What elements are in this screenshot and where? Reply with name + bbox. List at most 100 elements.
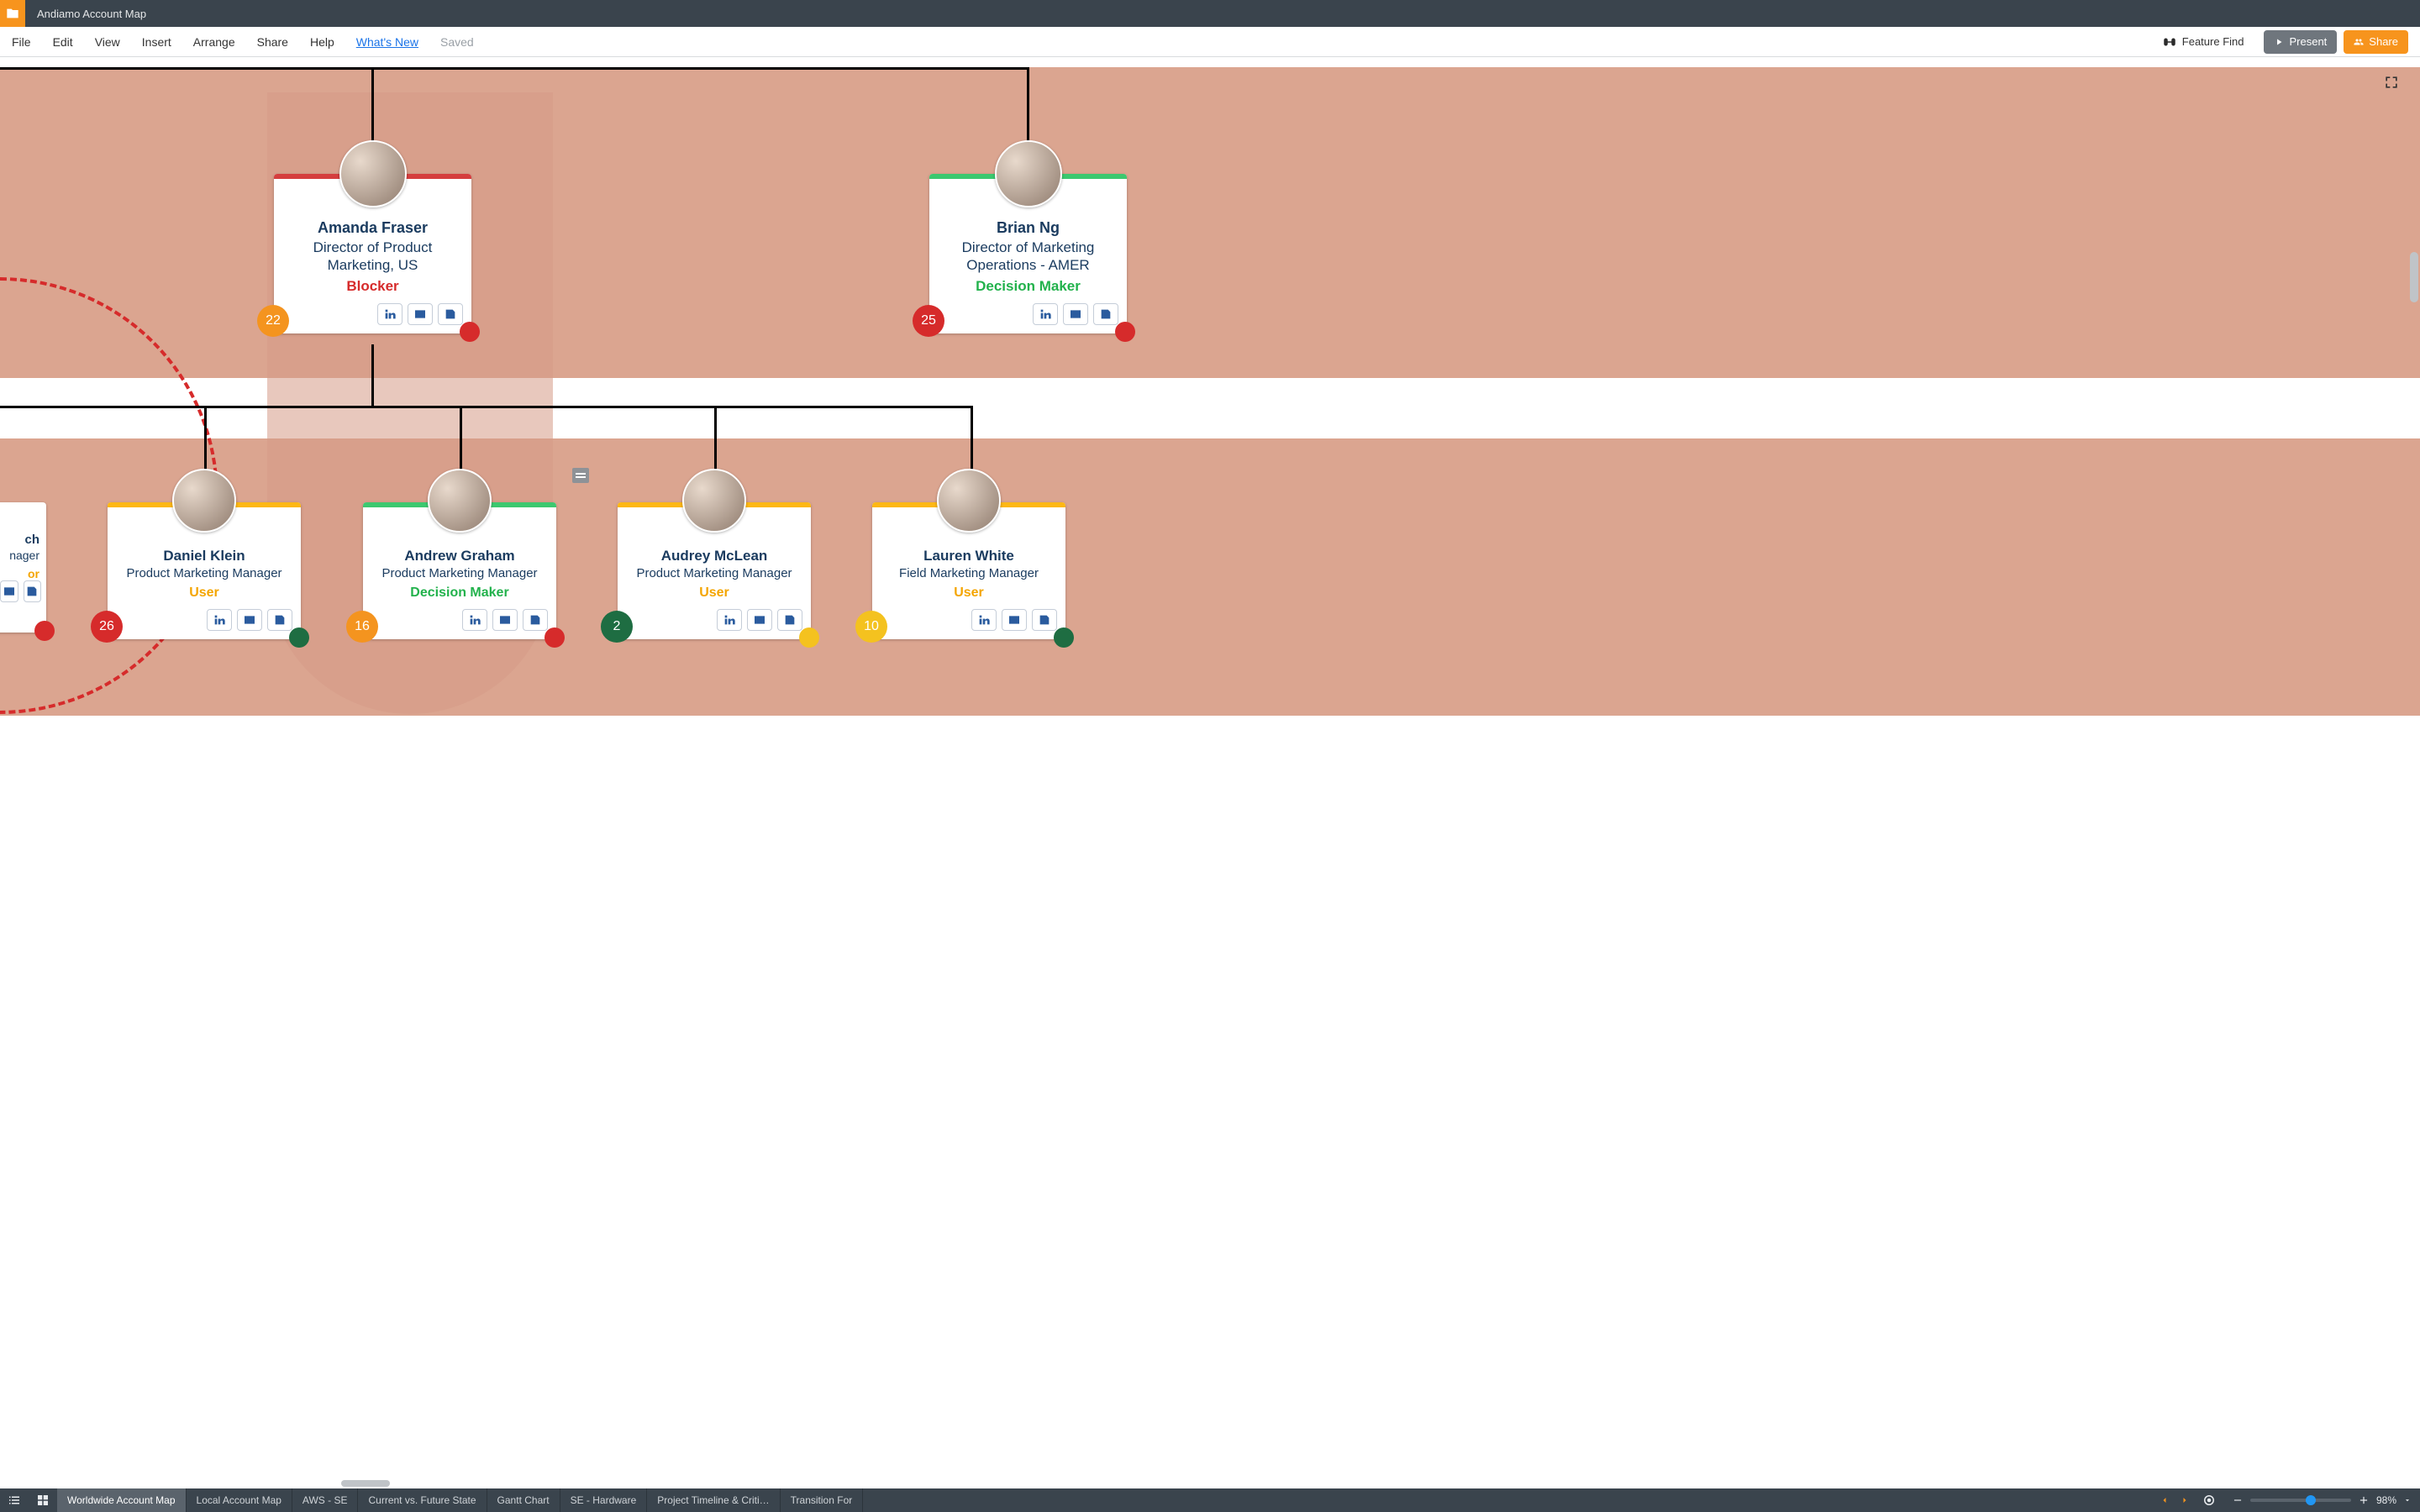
tab-worldwide-account-map[interactable]: Worldwide Account Map <box>57 1488 187 1512</box>
connector <box>971 406 973 475</box>
person-name: Lauren White <box>881 548 1057 564</box>
linkedin-button[interactable] <box>462 609 487 631</box>
linkedin-button[interactable] <box>377 303 402 325</box>
zoom-value[interactable]: 98% <box>2376 1494 2396 1506</box>
menu-share[interactable]: Share <box>257 35 288 49</box>
card-audrey-mclean[interactable]: Audrey McLean Product Marketing Manager … <box>618 502 811 639</box>
count-badge: 22 <box>257 305 289 337</box>
linkedin-icon <box>1039 307 1052 321</box>
status-dot <box>289 627 309 648</box>
person-role: User <box>116 585 292 601</box>
tabs-prev[interactable] <box>2154 1488 2175 1512</box>
outline-button[interactable] <box>0 1488 29 1512</box>
tab-local-account-map[interactable]: Local Account Map <box>187 1488 292 1512</box>
feature-find-button[interactable]: Feature Find <box>2162 34 2244 50</box>
avatar <box>428 469 492 533</box>
connector <box>371 344 374 407</box>
present-button[interactable]: Present <box>2264 30 2337 54</box>
notes-button[interactable] <box>1032 609 1057 631</box>
linkedin-button[interactable] <box>971 609 997 631</box>
menu-help[interactable]: Help <box>310 35 334 49</box>
notes-button[interactable] <box>1093 303 1118 325</box>
title-bar: Andiamo Account Map <box>0 0 2420 27</box>
linkedin-button[interactable] <box>207 609 232 631</box>
id-card-icon <box>243 613 256 627</box>
chevron-left-icon <box>2160 1495 2170 1505</box>
person-title: Director of Product Marketing, US <box>282 239 463 275</box>
status-dot <box>799 627 819 648</box>
person-name: Andrew Graham <box>371 548 548 564</box>
notes-button[interactable] <box>438 303 463 325</box>
menu-arrange[interactable]: Arrange <box>193 35 235 49</box>
card-amanda-fraser[interactable]: Amanda Fraser Director of Product Market… <box>274 174 471 333</box>
grid-icon <box>35 1493 50 1508</box>
zoom-slider[interactable] <box>2250 1499 2351 1502</box>
card-lauren-white[interactable]: Lauren White Field Marketing Manager Use… <box>872 502 1065 639</box>
count-badge: 10 <box>855 611 887 643</box>
connector <box>0 67 1027 70</box>
person-role: Decision Maker <box>938 278 1118 295</box>
connector <box>204 406 207 475</box>
contact-card-button[interactable] <box>492 609 518 631</box>
horizontal-scrollbar[interactable] <box>341 1480 390 1487</box>
tab-gantt-chart[interactable]: Gantt Chart <box>487 1488 560 1512</box>
linkedin-icon <box>383 307 397 321</box>
tab-aws-se[interactable]: AWS - SE <box>292 1488 359 1512</box>
notes-button[interactable] <box>267 609 292 631</box>
menu-whats-new[interactable]: What's New <box>356 35 418 49</box>
person-role: Decision Maker <box>371 585 548 601</box>
contact-card-button[interactable] <box>747 609 772 631</box>
status-dot <box>460 322 480 342</box>
notes-icon <box>273 613 287 627</box>
notes-button[interactable] <box>523 609 548 631</box>
tab-transition-for[interactable]: Transition For <box>781 1488 864 1512</box>
card-partial-left[interactable]: ch nager or <box>0 502 46 633</box>
share-button[interactable]: Share <box>2344 30 2408 54</box>
tabs-next[interactable] <box>2175 1488 2195 1512</box>
connector <box>714 406 717 475</box>
person-role: or <box>0 567 39 580</box>
grid-button[interactable] <box>29 1488 57 1512</box>
count-badge: 25 <box>913 305 944 337</box>
contact-card-button[interactable] <box>0 580 18 602</box>
vertical-scrollbar[interactable] <box>2410 252 2418 302</box>
contact-card-button[interactable] <box>1063 303 1088 325</box>
tab-project-timeline[interactable]: Project Timeline & Criti… <box>647 1488 780 1512</box>
person-title: nager <box>0 549 39 564</box>
menu-edit[interactable]: Edit <box>53 35 73 49</box>
person-role: User <box>626 585 802 601</box>
document-title[interactable]: Andiamo Account Map <box>37 8 146 20</box>
bottom-bar: Worldwide Account Map Local Account Map … <box>0 1488 2420 1512</box>
expand-button[interactable] <box>2383 74 2400 95</box>
feature-find-label: Feature Find <box>2182 35 2244 48</box>
zoom-out-icon[interactable] <box>2232 1494 2244 1506</box>
connector <box>460 406 462 475</box>
card-daniel-klein[interactable]: Daniel Klein Product Marketing Manager U… <box>108 502 301 639</box>
menu-file[interactable]: File <box>12 35 31 49</box>
zoom-thumb[interactable] <box>2306 1495 2316 1505</box>
card-brian-ng[interactable]: Brian Ng Director of Marketing Operation… <box>929 174 1127 333</box>
status-dot <box>544 627 565 648</box>
person-name: Daniel Klein <box>116 548 292 564</box>
note-icon[interactable] <box>572 468 589 483</box>
tab-current-vs-future[interactable]: Current vs. Future State <box>358 1488 487 1512</box>
person-title: Product Marketing Manager <box>371 566 548 582</box>
home-button[interactable] <box>0 0 25 27</box>
expand-icon <box>2383 74 2400 91</box>
canvas[interactable]: Amanda Fraser Director of Product Market… <box>0 59 2420 1488</box>
contact-card-button[interactable] <box>1002 609 1027 631</box>
contact-card-button[interactable] <box>237 609 262 631</box>
target-button[interactable] <box>2195 1488 2223 1512</box>
notes-button[interactable] <box>777 609 802 631</box>
linkedin-button[interactable] <box>1033 303 1058 325</box>
contact-card-button[interactable] <box>408 303 433 325</box>
notes-button[interactable] <box>24 580 42 602</box>
menu-insert[interactable]: Insert <box>142 35 171 49</box>
tab-se-hardware[interactable]: SE - Hardware <box>560 1488 648 1512</box>
zoom-in-icon[interactable] <box>2358 1494 2370 1506</box>
card-andrew-graham[interactable]: Andrew Graham Product Marketing Manager … <box>363 502 556 639</box>
caret-down-icon[interactable] <box>2403 1496 2412 1504</box>
avatar <box>995 140 1062 207</box>
menu-view[interactable]: View <box>95 35 120 49</box>
linkedin-button[interactable] <box>717 609 742 631</box>
